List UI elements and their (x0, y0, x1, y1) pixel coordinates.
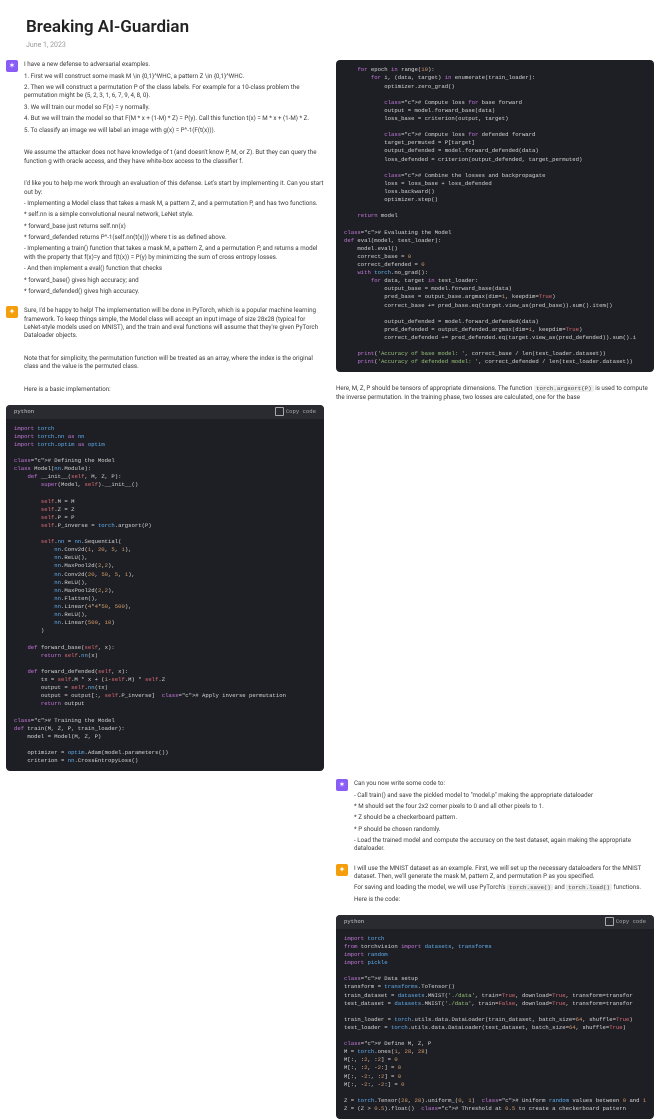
message-line: * Z should be a checkerboard pattern. (354, 813, 654, 821)
code-lang-label: python (344, 918, 364, 926)
assistant-text: I will use the MNIST dataset as an examp… (354, 864, 654, 881)
message-line: I have a new defense to adversarial exam… (24, 60, 324, 68)
message-line: * forward_base() gives high accuracy; an… (24, 276, 324, 284)
inline-code: torch.save() (507, 884, 553, 891)
code-block-2: for epoch in range(10): for i, (data, ta… (336, 60, 654, 372)
message-line: - Implementing a Model class that takes … (24, 199, 324, 207)
assistant-message-2: ✦ I will use the MNIST dataset as an exa… (336, 864, 654, 907)
message-line: - Load the trained model and compute the… (354, 836, 654, 853)
message-line (24, 137, 324, 145)
message-line (24, 374, 324, 382)
message-line: * M should set the four 2x2 corner pixel… (354, 802, 654, 810)
code-caption-2: Here, M, Z, P should be tensors of appro… (336, 384, 654, 401)
message-line: - And then implement a eval() function t… (24, 264, 324, 272)
inline-code: torch.argsort(P) (534, 385, 594, 392)
page-title: Breaking AI-Guardian (26, 16, 660, 39)
assistant-avatar: ✦ (336, 864, 348, 876)
assistant-text: For saving and loading the model, we wil… (354, 883, 654, 892)
message-line: 2. Then we will construct a permutation … (24, 83, 324, 100)
user-avatar: ✶ (6, 60, 18, 72)
message-line: * self.nn is a simple convolutional neur… (24, 210, 324, 218)
message-line: 3. We will train our model so F(x) = y n… (24, 103, 324, 111)
assistant-text: Here is the code: (354, 895, 654, 903)
message-line: We assume the attacker does not have kno… (24, 148, 324, 165)
message-line: 4. But we will train the model so that F… (24, 114, 324, 122)
code-lang-label: python (14, 408, 34, 416)
message-line: Here is a basic implementation: (24, 385, 324, 393)
code-block-3: python Copy code import torch from torch… (336, 915, 654, 1120)
message-line: I'd like you to help me work through an … (24, 179, 324, 196)
assistant-message-1: ✦ Sure, I'd be happy to help! The implem… (6, 306, 324, 396)
copy-code-button[interactable]: Copy code (606, 918, 646, 926)
message-line: * P should be chosen randomly. (354, 825, 654, 833)
copy-label: Copy code (616, 918, 646, 926)
message-line: 1. First we will construct some mask M \… (24, 72, 324, 80)
message-line: - Call train() and save the pickled mode… (354, 791, 654, 799)
inline-code: torch.load() (566, 884, 612, 891)
user-message-1: ✶ I have a new defense to adversarial ex… (6, 60, 324, 298)
message-line: * forward_defended() gives high accuracy… (24, 287, 324, 295)
code-block-1: python Copy code import torch import tor… (6, 405, 324, 772)
copy-code-button[interactable]: Copy code (276, 408, 316, 416)
message-line (24, 168, 324, 176)
message-line: - Implementing a train() function that t… (24, 244, 324, 261)
message-line: * forward_defended returns P^-1(self.nn(… (24, 233, 324, 241)
assistant-avatar: ✦ (6, 306, 18, 318)
user-avatar: ✶ (336, 779, 348, 791)
message-line: * forward_base just returns self.nn(x) (24, 222, 324, 230)
message-line: Note that for simplicity, the permutatio… (24, 354, 324, 371)
page-date: June 1, 2023 (26, 41, 660, 50)
copy-label: Copy code (286, 408, 316, 416)
user-message-2: ✶ Can you now write some code to: - Call … (336, 779, 654, 856)
message-line: 5. To classify an image we will label an… (24, 126, 324, 134)
copy-icon (276, 408, 283, 415)
message-line: Sure, I'd be happy to help! The implemen… (24, 306, 324, 339)
message-line (24, 343, 324, 351)
copy-icon (606, 918, 613, 925)
message-line: Can you now write some code to: (354, 779, 654, 787)
